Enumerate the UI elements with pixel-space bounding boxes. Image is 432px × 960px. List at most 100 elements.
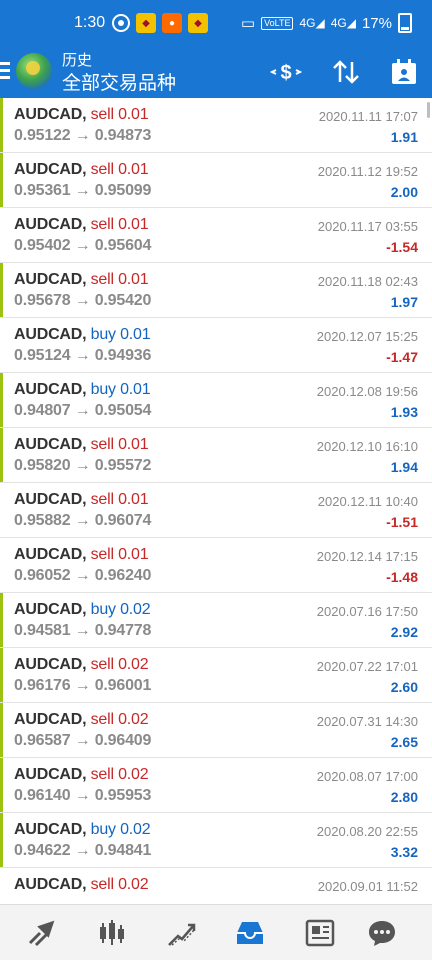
trade-side: sell 0.01 [90, 436, 149, 453]
trade-row[interactable]: AUDCAD, buy 0.01 0.95124 → 0.94936 2020.12… [0, 318, 432, 373]
trade-prices: 0.94622 → 0.94841 [14, 842, 152, 859]
trade-prices: 0.95678 → 0.95420 [14, 292, 152, 309]
menu-icon[interactable] [0, 62, 10, 82]
trade-side: sell 0.01 [90, 216, 149, 233]
trade-profit: 2.92 [390, 624, 418, 640]
trade-symbol: AUDCAD, sell 0.02 [14, 656, 149, 673]
chart-icon[interactable] [96, 917, 128, 949]
trade-prices: 0.95124 → 0.94936 [14, 347, 152, 364]
history-icon[interactable] [234, 917, 266, 949]
app-notification-icon: ◆ [136, 13, 156, 33]
news-icon[interactable] [304, 917, 336, 949]
trade-prices: 0.96140 → 0.95953 [14, 787, 152, 804]
trade-symbol: AUDCAD, sell 0.02 [14, 766, 149, 783]
trade-row[interactable]: AUDCAD, buy 0.02 0.94622 → 0.94841 2020.08… [0, 813, 432, 868]
trade-symbol: AUDCAD, buy 0.01 [14, 326, 151, 343]
trade-date: 2020.12.14 17:15 [316, 549, 418, 564]
trade-row[interactable]: AUDCAD, sell 0.02 0.96587 → 0.96409 2020.0… [0, 703, 432, 758]
trade-date: 2020.07.22 17:01 [316, 659, 418, 674]
page-title[interactable]: 全部交易品种 [62, 68, 176, 95]
trade-row[interactable]: AUDCAD, buy 0.02 0.94581 → 0.94778 2020.07… [0, 593, 432, 648]
battery-percent: 17% [361, 14, 392, 32]
trade-profit: 1.93 [390, 404, 418, 420]
trade-profit: -1.54 [386, 239, 418, 255]
status-time: 1:30 [74, 14, 106, 31]
trade-date: 2020.07.31 14:30 [316, 714, 418, 729]
trade-date: 2020.09.01 11:52 [317, 879, 418, 894]
trade-profit: 2.60 [390, 679, 418, 695]
sort-icon[interactable] [330, 56, 362, 88]
trade-row[interactable]: AUDCAD, sell 0.02 0.96176 → 0.96001 2020.0… [0, 648, 432, 703]
trade-side: sell 0.01 [90, 106, 149, 123]
trade-side: sell 0.01 [90, 161, 149, 178]
trade-row[interactable]: AUDCAD, sell 0.01 0.95122 → 0.94873 2020.1… [0, 98, 432, 153]
trade-profit: 2.65 [390, 734, 418, 750]
trade-row[interactable]: AUDCAD, sell 0.01 0.95678 → 0.95420 2020.1… [0, 263, 432, 318]
trade-row[interactable]: AUDCAD, sell 0.01 0.95361 → 0.95099 2020.1… [0, 153, 432, 208]
volte-icon: VoLTE [261, 16, 294, 30]
trade-row[interactable]: AUDCAD, sell 0.01 0.95820 → 0.95572 2020.1… [0, 428, 432, 483]
trade-symbol: AUDCAD, sell 0.02 [14, 711, 149, 728]
trade-prices: 0.95361 → 0.95099 [14, 182, 152, 199]
trade-profit: 1.91 [390, 129, 418, 145]
trade-side: sell 0.02 [90, 656, 149, 673]
scrollbar[interactable] [427, 102, 430, 118]
trade-row[interactable]: AUDCAD, sell 0.02 2020.09.01 11:52 [0, 868, 432, 904]
trade-date: 2020.08.20 22:55 [316, 824, 418, 839]
trade-prices: 0.94807 → 0.95054 [14, 402, 152, 419]
cast-icon: ▭ [240, 15, 256, 32]
trade-row[interactable]: AUDCAD, sell 0.01 0.95402 → 0.95604 2020.1… [0, 208, 432, 263]
signal-icon: 4G◢ [330, 16, 356, 30]
trade-row[interactable]: AUDCAD, buy 0.01 0.94807 → 0.95054 2020.12… [0, 373, 432, 428]
signal-icon: 4G◢ [299, 16, 325, 30]
chat-icon[interactable] [366, 917, 398, 949]
trade-profit: 3.32 [390, 844, 418, 860]
record-icon [112, 14, 130, 32]
trade-side: buy 0.02 [90, 821, 151, 838]
trade-icon[interactable] [166, 917, 198, 949]
trade-history-list[interactable]: AUDCAD, sell 0.01 0.95122 → 0.94873 2020.1… [0, 98, 432, 904]
trade-date: 2020.11.11 17:07 [318, 109, 418, 124]
trade-profit: -1.51 [386, 514, 418, 530]
trade-prices: 0.96052 → 0.96240 [14, 567, 152, 584]
trade-date: 2020.11.12 19:52 [317, 164, 418, 179]
trade-side: buy 0.01 [90, 326, 151, 343]
trade-side: sell 0.02 [90, 711, 149, 728]
trade-side: buy 0.02 [90, 601, 151, 618]
trade-symbol: AUDCAD, sell 0.01 [14, 491, 149, 508]
trade-symbol: AUDCAD, sell 0.02 [14, 876, 149, 893]
trade-symbol: AUDCAD, sell 0.01 [14, 436, 149, 453]
trade-profit: 1.94 [390, 459, 418, 475]
trade-date: 2020.07.16 17:50 [316, 604, 418, 619]
trade-prices: 0.96587 → 0.96409 [14, 732, 152, 749]
trade-side: sell 0.02 [90, 876, 149, 893]
trade-profit: 1.97 [390, 294, 418, 310]
trade-date: 2020.12.10 16:10 [316, 439, 418, 454]
trade-prices: 0.95820 → 0.95572 [14, 457, 152, 474]
deposit-withdraw-icon[interactable]: $ [269, 56, 303, 88]
calendar-period-icon[interactable] [388, 56, 420, 88]
trade-prices: 0.95402 → 0.95604 [14, 237, 152, 254]
trade-date: 2020.11.18 02:43 [317, 274, 418, 289]
trade-side: sell 0.02 [90, 766, 149, 783]
trade-symbol: AUDCAD, sell 0.01 [14, 106, 149, 123]
trade-date: 2020.12.11 10:40 [317, 494, 418, 509]
bottom-navigation [0, 904, 432, 960]
quotes-icon[interactable] [26, 917, 58, 949]
trade-prices: 0.94581 → 0.94778 [14, 622, 152, 639]
trade-row[interactable]: AUDCAD, sell 0.01 0.95882 → 0.96074 2020.1… [0, 483, 432, 538]
battery-icon [398, 13, 412, 33]
trade-date: 2020.08.07 17:00 [316, 769, 418, 784]
trade-symbol: AUDCAD, sell 0.01 [14, 271, 149, 288]
page-subtitle: 历史 [62, 52, 93, 69]
trade-symbol: AUDCAD, sell 0.01 [14, 546, 149, 563]
trade-side: sell 0.01 [90, 271, 149, 288]
svg-text:$: $ [280, 62, 291, 84]
trade-prices: 0.95882 → 0.96074 [14, 512, 152, 529]
trade-symbol: AUDCAD, buy 0.02 [14, 821, 151, 838]
trade-row[interactable]: AUDCAD, sell 0.01 0.96052 → 0.96240 2020.1… [0, 538, 432, 593]
trade-symbol: AUDCAD, sell 0.01 [14, 161, 149, 178]
trade-row[interactable]: AUDCAD, sell 0.02 0.96140 → 0.95953 2020.0… [0, 758, 432, 813]
trade-profit: -1.48 [386, 569, 418, 585]
app-toolbar: 历史 全部交易品种 $ [0, 48, 432, 98]
